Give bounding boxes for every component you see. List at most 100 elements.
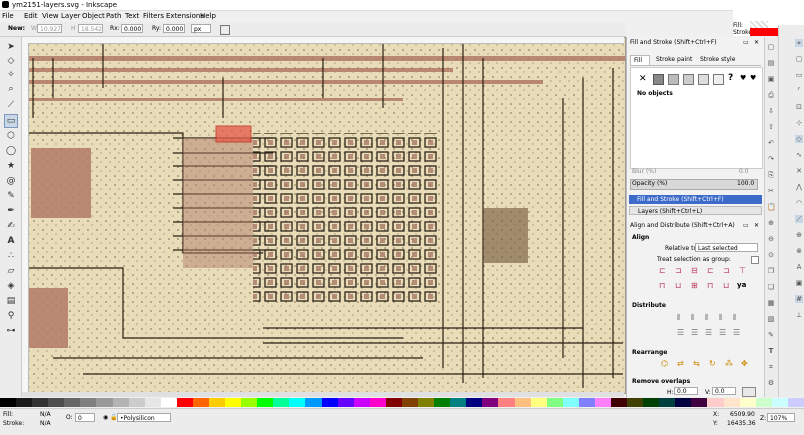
exchange-clockwise-icon[interactable]: ↻ bbox=[709, 359, 716, 368]
menu-object[interactable]: Object bbox=[82, 12, 105, 20]
palette-swatch[interactable] bbox=[482, 398, 499, 407]
snap-bbox-midpoint-icon[interactable]: ⊡ bbox=[795, 103, 803, 111]
palette-swatch[interactable] bbox=[176, 398, 193, 407]
dock-tab-layers[interactable]: Layers (Shift+Ctrl+L) bbox=[629, 206, 762, 215]
align-text-baseline-icon[interactable]: ya bbox=[737, 281, 746, 289]
palette-swatch[interactable] bbox=[466, 398, 483, 407]
h-gap-input[interactable]: 0.0 bbox=[674, 387, 698, 395]
palette-swatch[interactable] bbox=[562, 398, 579, 407]
align-left-edges-icon[interactable]: ⊐ bbox=[675, 266, 682, 275]
palette-swatch[interactable] bbox=[321, 398, 338, 407]
distribute-baseline-v-icon[interactable]: ☰ bbox=[733, 328, 740, 337]
distribute-gaps-v-icon[interactable]: ☰ bbox=[719, 328, 726, 337]
tweak-tool-icon[interactable]: ✧ bbox=[5, 69, 17, 81]
palette-swatch[interactable] bbox=[739, 398, 756, 407]
zoom-input[interactable]: 107% bbox=[767, 413, 795, 422]
snap-nodes-icon[interactable]: ◇ bbox=[795, 135, 803, 143]
group-icon[interactable]: ▦ bbox=[767, 299, 775, 307]
ungroup-icon[interactable]: ▧ bbox=[767, 315, 775, 323]
snap-bbox-corner-icon[interactable]: ⌜ bbox=[795, 87, 803, 95]
palette-swatch[interactable] bbox=[755, 398, 772, 407]
randomize-centers-icon[interactable]: ⁂ bbox=[725, 359, 733, 368]
menu-file[interactable]: File bbox=[2, 12, 14, 20]
3d-box-tool-icon[interactable]: ⬡ bbox=[5, 130, 17, 142]
paint-bucket-tool-icon[interactable]: ◈ bbox=[5, 280, 17, 292]
zoom-tool-icon[interactable]: ⌕ bbox=[5, 83, 17, 95]
open-icon[interactable]: ▤ bbox=[767, 59, 775, 67]
palette-swatch[interactable] bbox=[659, 398, 676, 407]
align-panel-minimize-icon[interactable]: ▭ bbox=[743, 222, 749, 229]
palette-swatch[interactable] bbox=[273, 398, 290, 407]
palette-swatch[interactable] bbox=[787, 398, 804, 407]
export-icon[interactable]: ⇧ bbox=[767, 123, 775, 131]
snap-paths-icon[interactable]: ∿ bbox=[795, 151, 803, 159]
spiral-tool-icon[interactable]: @ bbox=[5, 175, 17, 187]
align-top-edges-icon[interactable]: ⊔ bbox=[675, 281, 681, 290]
palette-swatch[interactable] bbox=[675, 398, 692, 407]
menu-help[interactable]: Help bbox=[200, 12, 216, 20]
distribute-left-icon[interactable]: ⫴ bbox=[677, 313, 680, 323]
fill-swatch[interactable] bbox=[750, 21, 768, 28]
unit-select[interactable]: px bbox=[191, 24, 211, 33]
palette-swatch[interactable] bbox=[0, 398, 17, 407]
star-tool-icon[interactable]: ★ bbox=[5, 160, 17, 172]
gradient-tool-icon[interactable]: ▤ bbox=[5, 295, 17, 307]
redo-icon[interactable]: ↷ bbox=[767, 155, 775, 163]
align-left-edge-icon[interactable]: ⊐ bbox=[723, 266, 730, 275]
palette-swatch[interactable] bbox=[514, 398, 531, 407]
menu-edit[interactable]: Edit bbox=[24, 12, 38, 20]
connector-tool-icon[interactable]: ⊶ bbox=[5, 325, 17, 337]
menu-view[interactable]: View bbox=[42, 12, 59, 20]
paste-icon[interactable]: 📋 bbox=[767, 203, 776, 211]
remove-overlaps-button[interactable] bbox=[742, 387, 756, 397]
center-vertical-axis-icon[interactable]: ⊟ bbox=[691, 266, 698, 275]
palette-swatch[interactable] bbox=[305, 398, 322, 407]
clone-icon[interactable]: ❏ bbox=[767, 283, 775, 291]
fill-rule-nonzero-icon[interactable]: ♥ bbox=[750, 74, 756, 82]
palette-swatch[interactable] bbox=[257, 398, 274, 407]
palette-swatch[interactable] bbox=[369, 398, 386, 407]
text-font-dialog-icon[interactable]: T bbox=[767, 347, 775, 355]
menu-extensions[interactable]: Extensions bbox=[166, 12, 204, 20]
palette-swatch[interactable] bbox=[241, 398, 258, 407]
snap-bbox-center-icon[interactable]: ⊹ bbox=[795, 119, 803, 127]
palette-swatch[interactable] bbox=[16, 398, 33, 407]
snap-page-border-icon[interactable]: ▣ bbox=[795, 279, 803, 287]
calligraphy-tool-icon[interactable]: ✍ bbox=[5, 220, 17, 232]
distribute-bottom-icon[interactable]: ☰ bbox=[705, 328, 712, 337]
palette-swatch[interactable] bbox=[723, 398, 740, 407]
snap-intersections-icon[interactable]: ✕ bbox=[795, 167, 803, 175]
ry-input[interactable]: 0.000 bbox=[163, 24, 185, 33]
palette-swatch[interactable] bbox=[48, 398, 65, 407]
align-baseline-icon[interactable]: ⊤ bbox=[739, 266, 746, 275]
distribute-gaps-h-icon[interactable]: ⫴ bbox=[719, 313, 722, 323]
center-horizontal-axis-icon[interactable]: ⊞ bbox=[691, 281, 698, 290]
align-bottom-edges-icon[interactable]: ⊓ bbox=[707, 281, 713, 290]
snap-grids-icon[interactable]: # bbox=[795, 295, 803, 303]
pattern-icon[interactable] bbox=[713, 74, 724, 85]
spray-tool-icon[interactable]: ∴ bbox=[5, 250, 17, 262]
measure-tool-icon[interactable]: ⟋ bbox=[5, 99, 17, 111]
palette-swatch[interactable] bbox=[418, 398, 435, 407]
palette-swatch[interactable] bbox=[225, 398, 242, 407]
snap-toggle-icon[interactable]: ⌖ bbox=[795, 39, 803, 47]
palette-swatch[interactable] bbox=[96, 398, 113, 407]
palette-swatch[interactable] bbox=[546, 398, 563, 407]
treat-group-checkbox[interactable] bbox=[751, 256, 759, 264]
palette-swatch[interactable] bbox=[353, 398, 370, 407]
import-icon[interactable]: ⇩ bbox=[767, 107, 775, 115]
current-layer-select[interactable]: •Polysilicon bbox=[117, 413, 171, 422]
canvas[interactable] bbox=[22, 37, 626, 394]
snap-cusp-nodes-icon[interactable]: ⋀ bbox=[795, 183, 803, 191]
exchange-positions-z-icon[interactable]: ⇆ bbox=[693, 359, 700, 368]
eraser-tool-icon[interactable]: ▱ bbox=[5, 265, 17, 277]
status-opacity-input[interactable]: 0 bbox=[75, 413, 95, 422]
snap-guides-icon[interactable]: ⟂ bbox=[795, 311, 803, 319]
undo-icon[interactable]: ↶ bbox=[767, 139, 775, 147]
align-bottom-edge-icon[interactable]: ⊓ bbox=[659, 281, 665, 290]
menu-filters[interactable]: Filters bbox=[143, 12, 164, 20]
radial-gradient-icon[interactable] bbox=[683, 74, 694, 85]
palette-swatch[interactable] bbox=[610, 398, 628, 407]
exchange-positions-icon[interactable]: ⇄ bbox=[677, 359, 684, 368]
text-tool-icon[interactable]: A bbox=[5, 235, 17, 247]
